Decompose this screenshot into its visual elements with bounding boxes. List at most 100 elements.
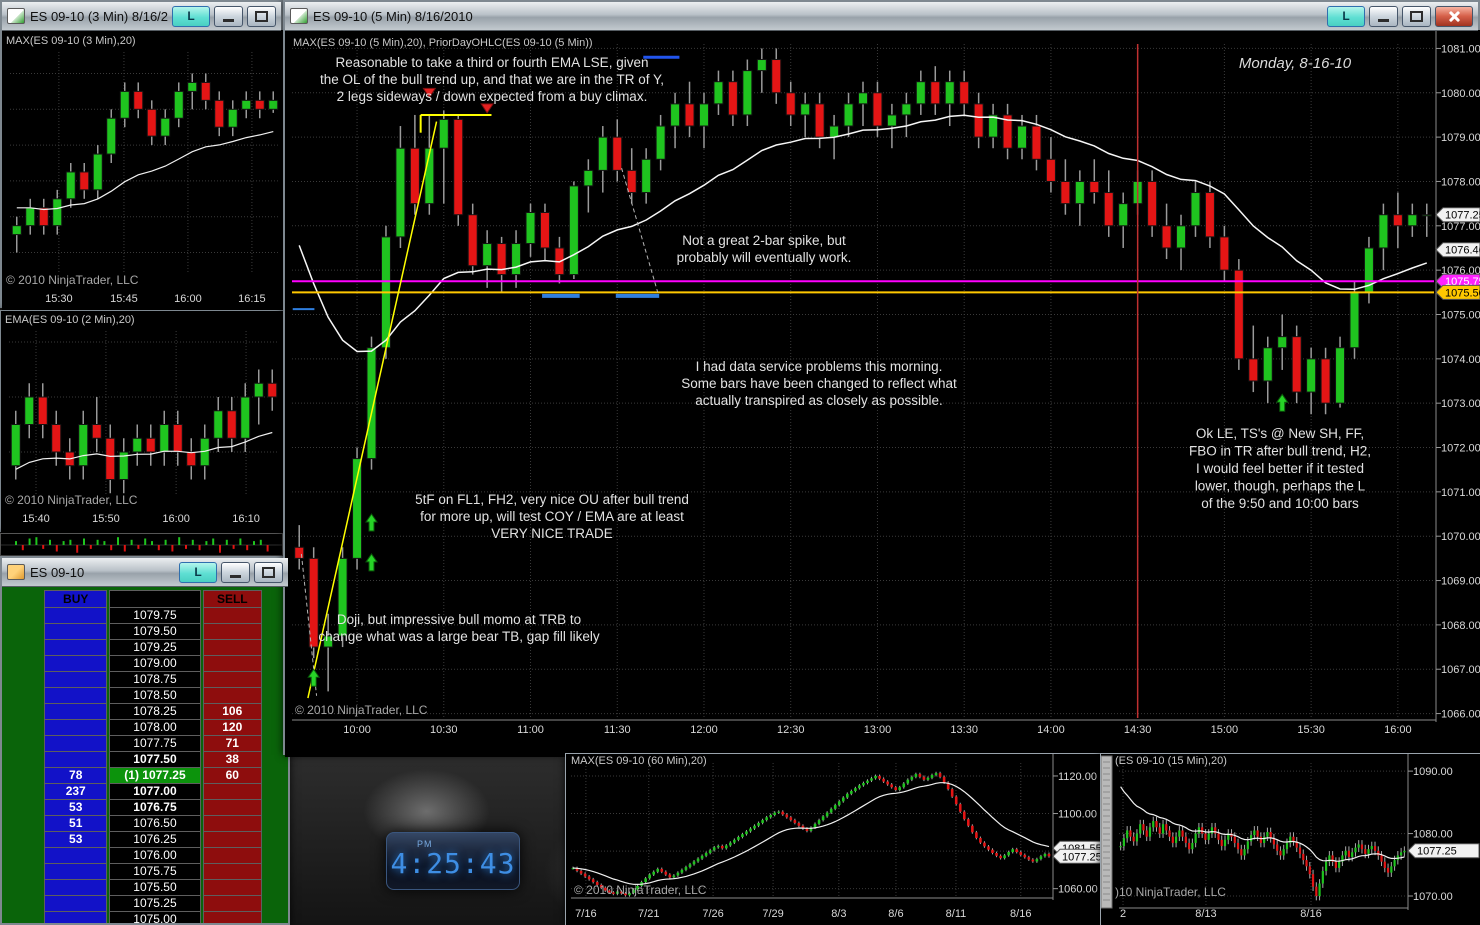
candle [757,823,760,826]
candle [777,812,780,813]
dom-sell-cell[interactable] [203,800,262,816]
chart-app-icon [290,8,308,24]
dom-sell-cell[interactable]: 38 [203,752,262,768]
dom-buy-cell[interactable] [44,688,107,704]
date-label: Monday, 8-16-10 [1239,55,1352,72]
candle [951,789,954,797]
dom-buy-cell[interactable] [44,752,107,768]
candle [295,547,304,558]
dom-sell-cell[interactable] [203,912,262,925]
maximize-button[interactable] [1402,6,1431,27]
annotation-text[interactable]: Ok LE, TS's @ New SH, FF,FBO in TR after… [1189,426,1371,511]
dom-buy-cell[interactable] [44,848,107,864]
candle [1253,830,1255,835]
candle [1387,868,1389,873]
dom-buy-cell[interactable] [44,656,107,672]
dom-sell-cell[interactable] [203,640,262,656]
candle [1393,860,1395,866]
dom-buy-cell[interactable] [44,912,107,925]
candle [396,148,405,237]
annotation-text[interactable]: Doji, but impressive bull momo at TRB to… [318,612,599,644]
candle [838,801,841,805]
clock-widget: PM 4:25:43 [386,832,520,890]
dom-sell-cell[interactable] [203,896,262,912]
dom-sell-cell[interactable] [203,848,262,864]
dom-buy-cell[interactable] [44,640,107,656]
dom-buy-cell[interactable]: 237 [44,784,107,800]
minimize-button[interactable] [1369,6,1398,27]
dom-sell-cell[interactable] [203,624,262,640]
maximize-button[interactable] [254,562,283,583]
dom-buy-cell[interactable] [44,736,107,752]
link-button[interactable]: L [1327,6,1365,27]
dom-buy-cell[interactable]: 53 [44,800,107,816]
x-axis-label: 10:00 [343,724,371,736]
dom-buy-cell[interactable] [44,880,107,896]
dom-buy-cell[interactable] [44,896,107,912]
dom-sell-cell[interactable] [203,880,262,896]
strip-bar [103,541,105,545]
dom-price-row: 1079.50 [44,624,262,640]
annotation-text[interactable]: I had data service problems this morning… [681,359,957,408]
dom-buy-cell[interactable]: 51 [44,816,107,832]
x-axis-label: 15:00 [1211,724,1239,736]
candle [882,779,885,782]
dom-header-center[interactable]: CENTER [109,590,200,608]
candle [268,383,277,397]
y-axis-label: 1077.00 [1441,221,1480,233]
dom-buy-cell[interactable]: 53 [44,832,107,848]
dom-buy-cell[interactable] [44,672,107,688]
chart-3min-canvas[interactable]: 15:3015:4516:0016:15MAX(ES 09-10 (3 Min)… [2,30,285,310]
candle [834,805,837,809]
dom-buy-cell[interactable] [44,704,107,720]
annotation-text[interactable]: Reasonable to take a third or fourth EMA… [320,55,664,104]
dom-sell-cell[interactable] [203,864,262,880]
dom-buy-cell[interactable] [44,608,107,624]
dom-sell-cell[interactable]: 71 [203,736,262,752]
annotation-text[interactable]: Not a great 2-bar spike, butprobably wil… [677,233,852,265]
dom-sell-cell[interactable] [203,608,262,624]
dom-buy-cell[interactable] [44,864,107,880]
annotation-text[interactable]: 5tF on FL1, FH2, very nice OU after bull… [415,492,689,541]
dom-sell-cell[interactable] [203,784,262,800]
y-axis-label: 1075.00 [1441,309,1480,321]
titlebar-dom[interactable]: ES 09-10 L [2,558,288,587]
dom-sell-cell[interactable] [203,832,262,848]
chart-2min-canvas[interactable]: 15:4015:5016:0016:10EMA(ES 09-10 (2 Min)… [1,311,284,533]
candle [689,864,692,867]
titlebar-5min[interactable]: ES 09-10 (5 Min) 8/16/2010 L [285,2,1478,31]
up-arrow-marker [366,514,377,531]
candle [974,104,983,137]
close-button[interactable] [1435,6,1473,27]
dom-sell-cell[interactable] [203,672,262,688]
candle [1257,830,1259,836]
window-grip[interactable] [1101,756,1112,908]
link-button[interactable]: L [172,6,210,27]
dom-buy-cell[interactable] [44,624,107,640]
dom-sell-cell[interactable] [203,656,262,672]
minimized-chart-strip[interactable] [0,533,283,556]
dom-header-buy[interactable]: BUY [44,590,107,608]
candle [38,397,47,425]
dom-sell-cell[interactable]: 120 [203,720,262,736]
dom-buy-cell[interactable] [44,720,107,736]
candle [983,843,986,847]
chart-15min-canvas[interactable]: 28/138/161090.001080.001070.001077.25(ES… [1101,754,1480,925]
dom-sell-cell[interactable]: 60 [203,768,262,784]
minimize-button[interactable] [214,6,243,27]
maximize-button[interactable] [247,6,276,27]
dom-buy-cell[interactable]: 78 [44,768,107,784]
candle [685,104,694,126]
minimize-icon [230,575,241,578]
chart-5min-canvas[interactable]: 10:0010:3011:0011:3012:0012:3013:0013:30… [285,30,1480,757]
chart-60min-canvas[interactable]: 7/167/217/267/298/38/68/118/161120.00110… [566,754,1106,925]
dom-sell-cell[interactable] [203,688,262,704]
link-button[interactable]: L [179,562,217,583]
dom-header-sell[interactable]: SELL [203,590,262,608]
dom-sell-cell[interactable]: 106 [203,704,262,720]
x-axis-label: 11:00 [517,724,544,736]
candle [907,780,910,784]
titlebar-3min[interactable]: ES 09-10 (3 Min) 8/16/2010 L [2,2,281,31]
dom-sell-cell[interactable] [203,816,262,832]
minimize-button[interactable] [221,562,250,583]
